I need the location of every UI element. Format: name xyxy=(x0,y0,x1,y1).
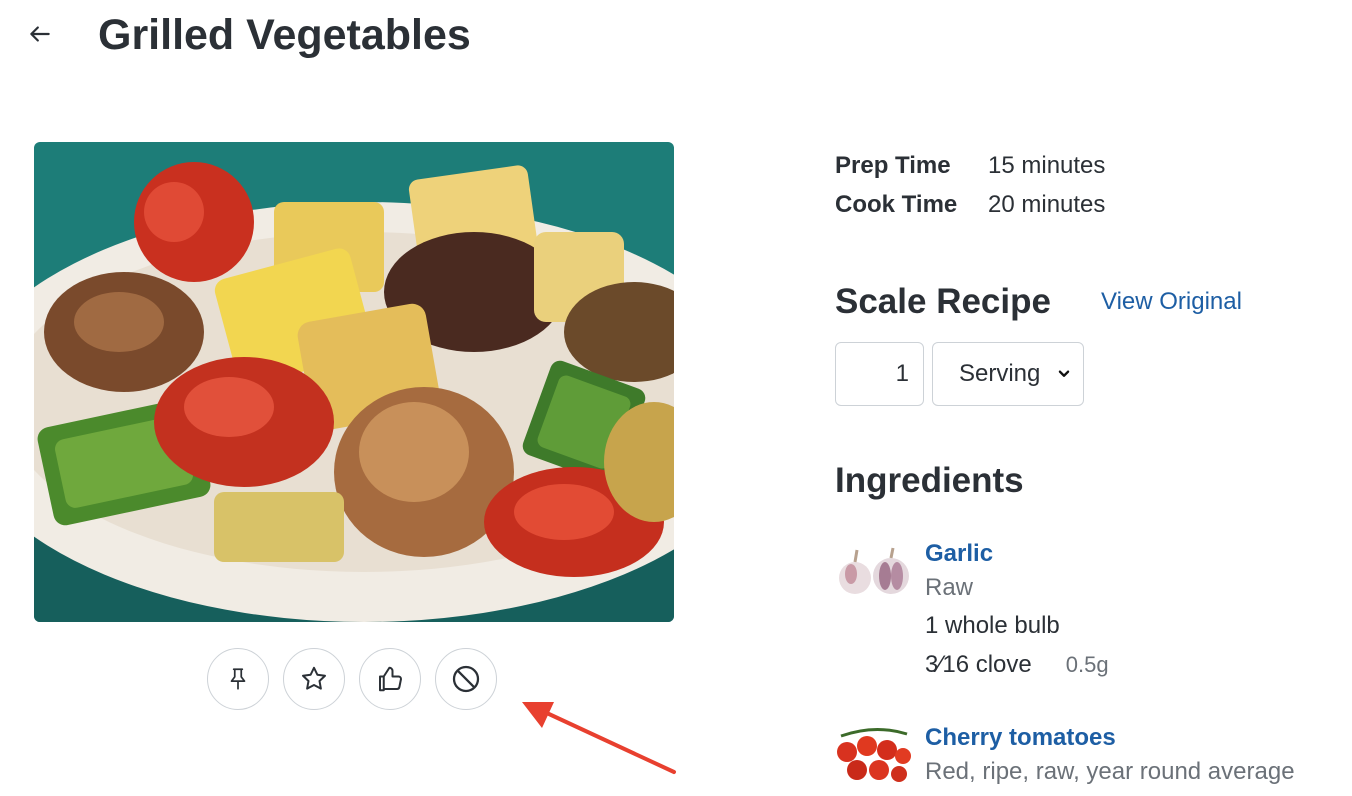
ingredient-description: Red, ripe, raw, year round average xyxy=(925,758,1295,785)
pin-icon xyxy=(230,668,246,690)
arrow-left-icon xyxy=(30,26,50,42)
cook-time-row: Cook Time 20 minutes xyxy=(835,185,1105,224)
servings-quantity-input[interactable] xyxy=(835,342,924,406)
recipe-times: Prep Time 15 minutes Cook Time 20 minute… xyxy=(835,146,1105,224)
ingredient-weight: 0.5g xyxy=(1065,652,1109,677)
ingredient-name[interactable]: Cherry tomatoes xyxy=(925,722,1345,754)
block-icon xyxy=(452,665,480,693)
favorite-button[interactable] xyxy=(283,648,345,710)
annotation-arrow-icon xyxy=(522,702,676,774)
ingredient-alt-amount-row: 3⁄16 clove 0.5g xyxy=(925,645,1345,684)
cook-time-label: Cook Time xyxy=(835,190,958,218)
block-button[interactable] xyxy=(435,648,497,710)
thumbs-up-icon xyxy=(379,666,402,692)
ingredient-name[interactable]: Garlic xyxy=(925,538,1345,570)
ingredient-amount: 1 whole bulb xyxy=(925,612,1060,639)
view-original-link[interactable]: View Original xyxy=(1101,288,1242,316)
cook-time-value: 20 minutes xyxy=(988,190,1106,218)
ingredient-description: Raw xyxy=(925,574,974,601)
like-button[interactable] xyxy=(359,648,421,710)
recipe-image xyxy=(34,142,674,622)
prep-time-row: Prep Time 15 minutes xyxy=(835,146,1105,185)
prep-time-label: Prep Time xyxy=(835,151,951,179)
servings-unit-select[interactable]: Serving xyxy=(932,342,1084,406)
recipe-actions xyxy=(207,648,497,710)
scale-recipe-heading: Scale Recipe xyxy=(835,282,1051,321)
cherry-tomatoes-thumbnail xyxy=(837,727,911,782)
ingredient-alt-amount: 3⁄16 clove xyxy=(925,651,1032,678)
prep-time-value: 15 minutes xyxy=(988,151,1106,179)
pin-button[interactable] xyxy=(207,648,269,710)
garlic-thumbnail xyxy=(839,547,909,594)
page-title: Grilled Vegetables xyxy=(98,11,471,59)
ingredients-heading: Ingredients xyxy=(835,461,1024,500)
star-icon xyxy=(302,666,326,690)
back-button[interactable] xyxy=(24,18,56,50)
servings-unit-value: Serving xyxy=(959,360,1041,387)
chevron-down-icon xyxy=(1058,370,1070,377)
